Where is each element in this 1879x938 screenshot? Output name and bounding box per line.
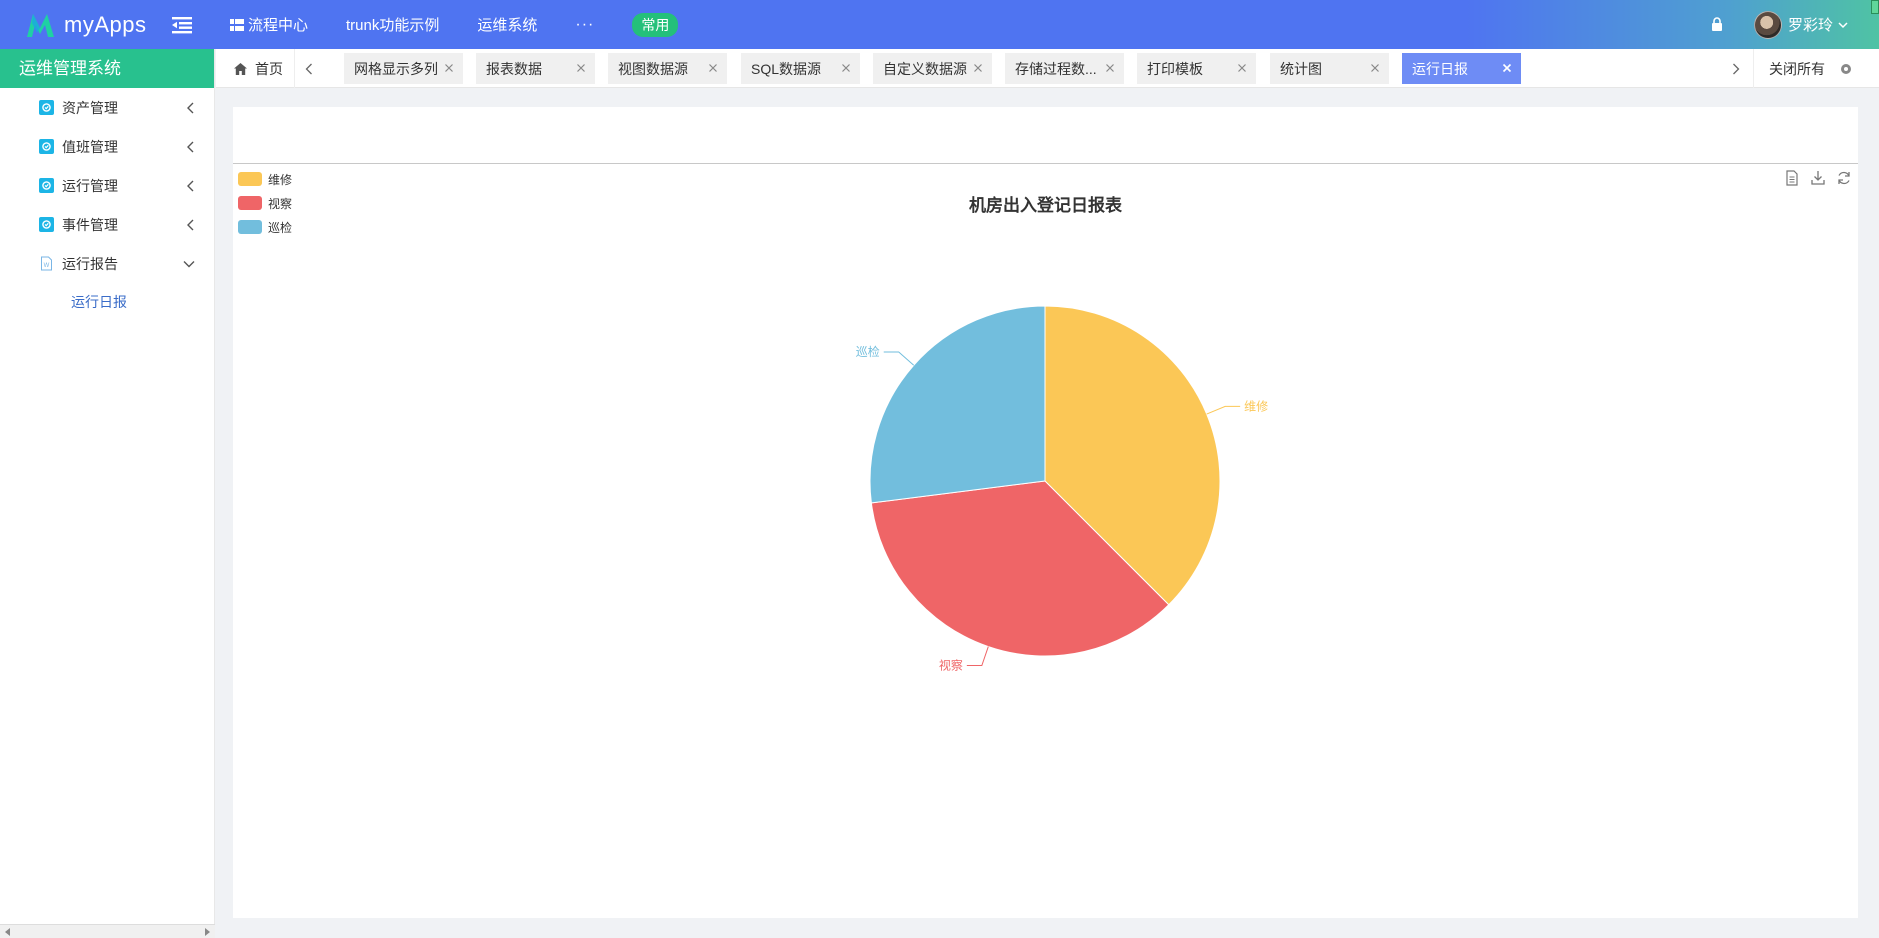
top-nav: 流程中心 trunk功能示例 运维系统 ··· 常用 xyxy=(230,0,679,49)
nav-process-center[interactable]: 流程中心 xyxy=(230,14,308,35)
scroll-right-arrow-icon[interactable] xyxy=(205,928,210,936)
chevron-left-icon xyxy=(187,102,194,114)
slice-label: 巡检 xyxy=(856,344,880,359)
close-icon[interactable] xyxy=(1502,63,1512,73)
grid-icon xyxy=(230,18,244,31)
tab-label: 视图数据源 xyxy=(618,60,688,77)
horizontal-scrollbar[interactable] xyxy=(0,924,215,938)
chevron-left-icon xyxy=(187,180,194,192)
pie-slice[interactable] xyxy=(869,305,1046,504)
sidebar-menu: 资产管理 值班管理 运行管理 事件管理 W 运行报告 运行日报 xyxy=(0,88,214,322)
close-all-label: 关闭所有 xyxy=(1769,60,1825,77)
chevron-down-icon xyxy=(1838,21,1848,28)
tab-label: SQL数据源 xyxy=(751,60,822,77)
tabs-scroll-right-button[interactable] xyxy=(1722,49,1750,88)
top-bar: myApps 流程中心 trunk功能示例 运维系统 ··· 常用 罗彩玲 xyxy=(0,0,1879,49)
nav-trunk-demo[interactable]: trunk功能示例 xyxy=(346,14,439,35)
module-icon xyxy=(39,178,54,193)
sidebar-item-asset-management[interactable]: 资产管理 xyxy=(0,88,214,127)
nav-label: 运维系统 xyxy=(477,17,538,34)
sidebar-item-label: 事件管理 xyxy=(62,216,118,233)
menu-fold-icon[interactable] xyxy=(172,16,192,34)
chevron-right-icon xyxy=(1733,63,1740,74)
tab-view-datasource[interactable]: 视图数据源 xyxy=(608,53,727,84)
tab-statistics-chart[interactable]: 统计图 xyxy=(1270,53,1389,84)
tab-label: 网格显示多列 xyxy=(354,60,438,77)
close-icon[interactable] xyxy=(1105,63,1115,73)
sidebar-subitem-daily-report[interactable]: 运行日报 xyxy=(0,283,214,322)
tab-print-template[interactable]: 打印模板 xyxy=(1137,53,1256,84)
tabs-bar: 首页 网格显示多列 报表数据 视图数据源 SQL数据源 自定义数据源 存储过程数… xyxy=(216,49,1879,88)
user-avatar[interactable] xyxy=(1754,11,1782,39)
scroll-left-arrow-icon[interactable] xyxy=(5,928,10,936)
close-icon[interactable] xyxy=(1370,63,1380,73)
tabs-scroll-left-button[interactable] xyxy=(294,49,322,88)
label-leader-line xyxy=(883,351,915,366)
nav-ops-system[interactable]: 运维系统 xyxy=(477,14,537,35)
module-icon xyxy=(39,217,54,232)
slice-label: 视察 xyxy=(939,657,963,672)
user-menu[interactable]: 罗彩玲 xyxy=(1788,14,1848,35)
chevron-down-icon xyxy=(183,261,195,268)
sidebar-item-event-management[interactable]: 事件管理 xyxy=(0,205,214,244)
close-icon[interactable] xyxy=(444,63,454,73)
tab-label: 存储过程数... xyxy=(1015,60,1097,77)
tab-label: 报表数据 xyxy=(486,60,542,77)
sidebar-item-label: 运行管理 xyxy=(62,177,118,194)
tab-stored-procedure[interactable]: 存储过程数... xyxy=(1005,53,1124,84)
slice-label: 维修 xyxy=(1244,398,1268,413)
sidebar-item-label: 资产管理 xyxy=(62,99,118,116)
gear-icon[interactable] xyxy=(1840,63,1852,75)
main-content: 维修 视察 巡检 机房出入登记日报表 维修 视察 巡检 xyxy=(233,107,1858,918)
tab-label: 自定义数据源 xyxy=(883,60,967,77)
nav-label: 流程中心 xyxy=(248,17,309,34)
module-icon xyxy=(39,100,54,115)
tab-label: 统计图 xyxy=(1280,60,1322,77)
tab-sql-datasource[interactable]: SQL数据源 xyxy=(741,53,860,84)
nav-label: trunk功能示例 xyxy=(346,17,440,34)
app-name: myApps xyxy=(64,12,147,37)
close-icon[interactable] xyxy=(973,63,983,73)
panel-header xyxy=(233,107,1858,164)
chevron-left-icon xyxy=(305,63,312,74)
tab-label: 打印模板 xyxy=(1147,60,1203,77)
pie-chart-container: 维修 视察 巡检 机房出入登记日报表 维修 视察 巡检 xyxy=(233,164,1858,917)
sidebar-item-operation-management[interactable]: 运行管理 xyxy=(0,166,214,205)
sidebar-item-operation-report[interactable]: W 运行报告 xyxy=(0,244,214,283)
pie-chart: 维修视察 巡检 xyxy=(856,305,1268,672)
label-leader-line xyxy=(966,646,989,666)
tab-grid-multi-column[interactable]: 网格显示多列 xyxy=(344,53,463,84)
app-logo[interactable]: myApps xyxy=(24,10,146,40)
sidebar-item-label: 运行报告 xyxy=(62,255,118,272)
report-doc-icon: W xyxy=(41,256,52,271)
logo-mark-icon xyxy=(27,14,54,37)
sidebar: 运维管理系统 资产管理 值班管理 运行管理 事件管理 W 运行报告 运行日报 xyxy=(0,49,215,938)
home-icon xyxy=(234,62,247,75)
close-icon[interactable] xyxy=(708,63,718,73)
svg-text:W: W xyxy=(44,263,50,269)
tab-custom-datasource[interactable]: 自定义数据源 xyxy=(873,53,992,84)
lock-icon[interactable] xyxy=(1711,17,1723,31)
tab-report-data[interactable]: 报表数据 xyxy=(476,53,595,84)
module-icon xyxy=(39,139,54,154)
favorites-badge[interactable]: 常用 xyxy=(632,12,679,37)
chevron-left-icon xyxy=(187,219,194,231)
system-title: 运维管理系统 xyxy=(0,49,214,88)
tab-daily-report[interactable]: 运行日报 xyxy=(1402,53,1521,84)
tab-label: 运行日报 xyxy=(1412,60,1468,77)
corner-handle xyxy=(1871,0,1879,14)
user-name: 罗彩玲 xyxy=(1788,17,1834,34)
close-icon[interactable] xyxy=(841,63,851,73)
close-icon[interactable] xyxy=(1237,63,1247,73)
chevron-left-icon xyxy=(187,141,194,153)
close-icon[interactable] xyxy=(576,63,586,73)
tab-home[interactable]: 首页 xyxy=(216,49,294,88)
label-leader-line xyxy=(1206,405,1241,415)
tab-label: 首页 xyxy=(255,60,283,77)
sidebar-item-label: 值班管理 xyxy=(62,138,118,155)
sidebar-item-duty-management[interactable]: 值班管理 xyxy=(0,127,214,166)
close-all-tabs-button[interactable]: 关闭所有 xyxy=(1753,49,1879,88)
nav-more-button[interactable]: ··· xyxy=(575,16,594,34)
